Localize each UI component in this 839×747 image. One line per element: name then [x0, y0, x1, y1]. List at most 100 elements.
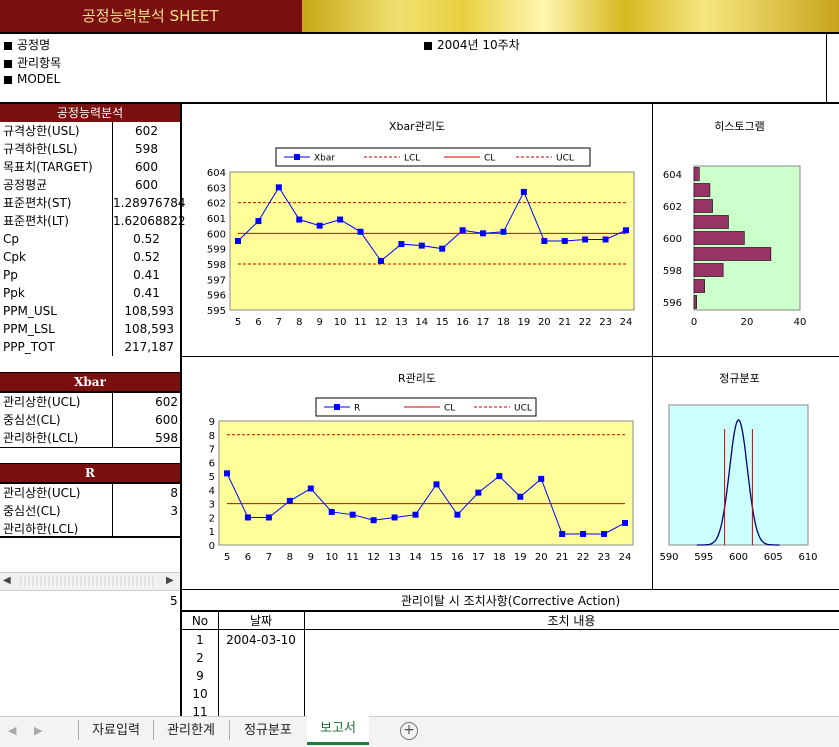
x-tick-label: 22 — [579, 317, 592, 328]
x-tick-label: 605 — [764, 552, 783, 563]
capability-value: 600 — [135, 160, 158, 174]
x-tick-label: 24 — [619, 552, 632, 563]
r-chart: 01234567895 6 7 8 9 10 11 12 13 14 15 16 17 18 19 20 21 2… — [209, 397, 634, 563]
tab-scroll-right-icon[interactable]: ▶ — [34, 724, 42, 737]
capability-label: 표준편차(ST) — [3, 196, 72, 210]
r-point — [517, 493, 524, 500]
xbar-limit-row: 관리하한(LCL) 598 — [0, 429, 180, 447]
plot-area — [218, 420, 634, 546]
x-tick-label: 9 — [308, 552, 314, 563]
x-tick-label: 6 — [255, 317, 261, 328]
r-point — [224, 470, 230, 477]
divider — [826, 34, 827, 104]
y-tick-label: 3 — [209, 500, 215, 511]
x-tick-label: 40 — [794, 317, 807, 328]
horizontal-scrollbar[interactable]: ◀ ▶ — [0, 572, 180, 591]
y-tick-label: 2 — [209, 513, 215, 524]
capability-value: 602 — [135, 124, 158, 138]
x-tick-label: 24 — [620, 317, 633, 328]
sheet-title: 공정능력분석 SHEET — [0, 0, 302, 32]
r-point — [580, 530, 587, 537]
x-tick-label: 16 — [451, 552, 464, 563]
capability-label: PPP_TOT — [3, 340, 55, 354]
add-sheet-icon[interactable]: + — [400, 722, 418, 740]
xbar-point — [275, 184, 282, 191]
info-item-label: 관리항목 — [17, 56, 62, 70]
capability-value: 108,593 — [124, 304, 174, 318]
xbar-chart: 595 596 597 598 599 600 601 602 603 604 5 6 7 8 9 10 11 1… — [207, 147, 635, 328]
y-tick-label: 598 — [207, 260, 226, 271]
x-tick-label: 7 — [266, 552, 272, 563]
scrollbar-track[interactable] — [20, 576, 156, 586]
y-tick-label: 599 — [207, 245, 226, 256]
legend-marker — [294, 154, 300, 160]
tab-report[interactable]: 보고서 — [307, 716, 369, 745]
histogram-bar — [693, 279, 705, 293]
tab-control-limits[interactable]: 관리한계 — [155, 720, 227, 742]
divider — [182, 589, 839, 590]
table-row-date — [218, 667, 304, 685]
capability-value: 598 — [135, 142, 158, 156]
table-row-date — [218, 685, 304, 703]
x-tick-label: 19 — [518, 317, 531, 328]
capability-row: Cpk 0.52 — [0, 248, 180, 266]
tab-scroll-left-icon[interactable]: ◀ — [8, 724, 16, 737]
x-tick-label: 9 — [316, 317, 322, 328]
x-tick-label: 13 — [388, 552, 401, 563]
x-tick-label: 590 — [659, 552, 678, 563]
info-item: 관리항목 — [4, 54, 61, 71]
x-tick-label: 16 — [456, 317, 469, 328]
tab-data-input[interactable]: 자료입력 — [80, 720, 152, 742]
table-header-cell: No — [191, 614, 209, 628]
xbar-limits-header: Xbar — [0, 373, 180, 391]
y-tick-label: 600 — [207, 229, 226, 240]
info-process-label: 공정명 — [17, 38, 51, 52]
r-point — [307, 485, 314, 492]
capability-row: Ppk 0.41 — [0, 284, 180, 302]
capability-label: Cpk — [3, 250, 26, 264]
histogram-chart: 596 598 600 602 604 0 20 40 — [663, 165, 807, 328]
capability-value: 0.41 — [133, 268, 160, 282]
x-tick-label: 10 — [334, 317, 347, 328]
capability-label: Ppk — [3, 286, 25, 300]
legend-label: UCL — [556, 154, 574, 164]
capability-row: 규격하한(LSL) 598 — [0, 140, 180, 158]
x-tick-label: 14 — [409, 552, 422, 563]
r-point — [328, 508, 335, 515]
capability-value: 0.52 — [133, 232, 160, 246]
xbar-point — [459, 227, 466, 234]
histogram-bar — [693, 247, 772, 261]
y-tick-label: 5 — [209, 472, 215, 483]
table-row-no: 10 — [192, 687, 208, 701]
y-tick-label: 602 — [663, 202, 682, 213]
r-chart-title: R관리도 — [397, 372, 436, 385]
x-tick-label: 11 — [354, 317, 367, 328]
r-point — [496, 473, 503, 480]
x-tick-label: 14 — [415, 317, 428, 328]
scroll-right-icon[interactable]: ▶ — [166, 575, 174, 586]
x-tick-label: 600 — [729, 552, 748, 563]
r-limits-table: 관리상한(UCL) 8 중심선(CL) 3 관리하한(LCL) — [0, 484, 180, 538]
xbar-point — [520, 188, 527, 195]
xbar-chart-title: Xbar관리도 — [388, 120, 446, 133]
capability-row: 표준편차(LT) 1.62068822 — [0, 212, 186, 230]
capability-label: Cp — [3, 232, 19, 246]
histogram-bar — [693, 167, 700, 181]
y-tick-label: 7 — [209, 445, 215, 456]
xbar-point — [255, 218, 262, 225]
capability-label: PPM_LSL — [3, 322, 55, 336]
legend-label: CL — [484, 154, 495, 164]
r-point — [622, 519, 628, 526]
scroll-left-icon[interactable]: ◀ — [3, 575, 11, 586]
divider — [153, 720, 154, 740]
capability-row: PPM_USL 108,593 — [0, 302, 180, 320]
divider — [182, 356, 839, 357]
capability-label: Pp — [3, 268, 18, 282]
xbar-point — [541, 238, 548, 244]
capability-row: Pp 0.41 — [0, 266, 180, 284]
x-tick-label: 5 — [224, 552, 230, 563]
divider — [112, 122, 113, 356]
tab-normal-dist[interactable]: 정규분포 — [231, 720, 305, 742]
capability-label: 공정평균 — [3, 178, 48, 192]
xbar-point — [398, 241, 405, 248]
